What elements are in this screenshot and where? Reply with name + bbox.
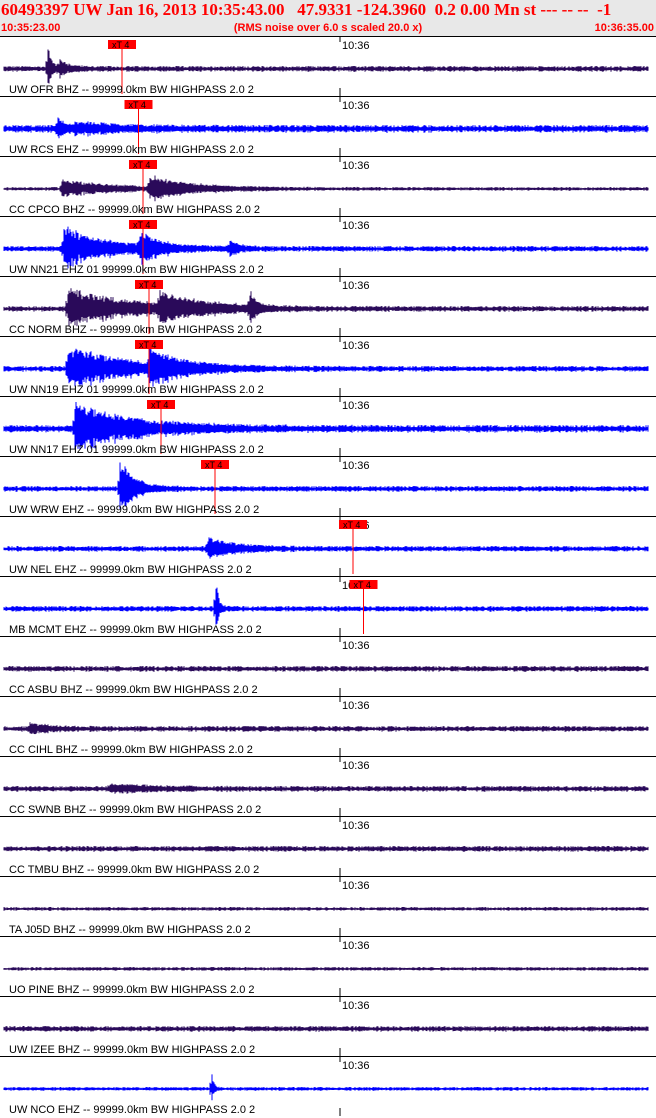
- station-label: UO PINE BHZ -- 99999.0km BW HIGHPASS 2.0…: [9, 984, 255, 996]
- scale-note: (RMS noise over 6.0 s scaled 20.0 x): [233, 22, 423, 34]
- station-label: CC CPCO BHZ -- 99999.0km BW HIGHPASS 2.0…: [9, 204, 260, 216]
- time-tick-label: 10:36: [342, 160, 370, 172]
- trace-row: 10:36 CC ASBU BHZ -- 99999.0km BW HIGHPAS…: [0, 636, 656, 696]
- station-label: MB MCMT EHZ -- 99999.0km BW HIGHPASS 2.0…: [9, 624, 262, 636]
- trace-row: 10:36xT 4UW NEL EHZ -- 99999.0km BW HIGH…: [0, 516, 656, 576]
- trace-row: 10:36 CC SWNB BHZ -- 99999.0km BW HIGHPAS…: [0, 756, 656, 816]
- waveform-trace: [3, 537, 649, 559]
- station-label: UW RCS EHZ -- 99999.0km BW HIGHPASS 2.0 …: [9, 144, 254, 156]
- waveform-trace: [3, 288, 649, 327]
- time-tick-label: 10:36: [342, 460, 370, 472]
- waveform-trace: [3, 722, 649, 735]
- waveform-trace: [3, 175, 649, 202]
- trace-row: 10:36xT 4MB MCMT EHZ -- 99999.0km BW HIG…: [0, 576, 656, 636]
- end-time: 10:36:35.00: [594, 22, 654, 34]
- pick-label: xT 4: [151, 400, 168, 410]
- station-label: CC SWNB BHZ -- 99999.0km BW HIGHPASS 2.0…: [9, 804, 261, 816]
- waveform-trace: [3, 1026, 649, 1032]
- header-bar: 60493397 UW Jan 16, 2013 10:35:43.00 47.…: [0, 0, 656, 36]
- waveform-trace: [3, 907, 649, 911]
- pick-label: xT 4: [343, 520, 360, 530]
- waveform-trace: [3, 783, 649, 794]
- station-label: UW NCO EHZ -- 99999.0km BW HIGHPASS 2.0 …: [9, 1104, 255, 1116]
- waveform-trace: [3, 666, 649, 672]
- pick-label: xT 4: [112, 40, 129, 50]
- time-tick-label: 10:36: [342, 880, 370, 892]
- station-label: UW IZEE BHZ -- 99999.0km BW HIGHPASS 2.0…: [9, 1044, 255, 1056]
- pick-label: xT 4: [133, 220, 150, 230]
- trace-row: 10:36 xT 4 UW OFR BHZ -- 99999.0km BW HIGH…: [0, 36, 656, 96]
- time-tick-label: 10:36: [342, 220, 370, 232]
- trace-row: 10:36 UW NCO EHZ -- 99999.0km BW HIGHPASS…: [0, 1056, 656, 1116]
- waveform-trace: [3, 117, 649, 139]
- time-tick-label: 10:36: [342, 40, 370, 52]
- time-tick-label: 10:36: [342, 400, 370, 412]
- trace-row: 10:36 xT 4 UW NN17 EHZ 01 99999.0km BW HIG…: [0, 396, 656, 456]
- trace-row: 10:36 xT 4 CC CPCO BHZ -- 99999.0km BW HIG…: [0, 156, 656, 216]
- pick-label: xT 4: [205, 460, 222, 470]
- station-label: UW NN17 EHZ 01 99999.0km BW HIGHPASS 2.0…: [9, 444, 264, 456]
- trace-row: 10:36 xT 4 UW RCS EHZ -- 99999.0km BW HIGH…: [0, 96, 656, 156]
- station-label: UW NEL EHZ -- 99999.0km BW HIGHPASS 2.0 …: [9, 564, 252, 576]
- waveform-trace: [3, 967, 649, 971]
- station-label: UW NN21 EHZ 01 99999.0km BW HIGHPASS 2.0…: [9, 264, 264, 276]
- pick-label: xT 4: [129, 100, 146, 110]
- waveform-trace: [3, 846, 649, 852]
- trace-row: 10:36 TA J05D BHZ -- 99999.0km BW HIGHPAS…: [0, 876, 656, 936]
- waveform-trace: [3, 1074, 649, 1101]
- station-label: TA J05D BHZ -- 99999.0km BW HIGHPASS 2.0…: [9, 924, 251, 936]
- time-tick-label: 10:36: [342, 760, 370, 772]
- time-tick-label: 10:36: [342, 940, 370, 952]
- trace-row: 10:36 xT 4 CC NORM BHZ -- 99999.0km BW HIG…: [0, 276, 656, 336]
- station-label: UW WRW EHZ -- 99999.0km BW HIGHPASS 2.0 …: [9, 504, 259, 516]
- waveform-trace: [3, 462, 649, 509]
- station-label: CC TMBU BHZ -- 99999.0km BW HIGHPASS 2.0…: [9, 864, 259, 876]
- time-tick-label: 10:36: [342, 280, 370, 292]
- pick-label: xT 4: [139, 340, 156, 350]
- trace-row: 10:36 CC TMBU BHZ -- 99999.0km BW HIGHPAS…: [0, 816, 656, 876]
- time-tick-label: 10:36: [342, 820, 370, 832]
- station-label: UW NN19 EHZ 01 99999.0km BW HIGHPASS 2.0…: [9, 384, 264, 396]
- waveform-trace: [3, 49, 649, 84]
- waveform-trace: [3, 402, 649, 450]
- station-label: CC NORM BHZ -- 99999.0km BW HIGHPASS 2.0…: [9, 324, 262, 336]
- trace-row: 10:36 UO PINE BHZ -- 99999.0km BW HIGHPAS…: [0, 936, 656, 996]
- waveform-trace: [3, 346, 649, 387]
- pick-label: xT 4: [133, 160, 150, 170]
- time-tick-label: 10:36: [342, 340, 370, 352]
- trace-row: 10:36 xT 4 UW NN19 EHZ 01 99999.0km BW HIG…: [0, 336, 656, 396]
- trace-row: 10:36 UW IZEE BHZ -- 99999.0km BW HIGHPAS…: [0, 996, 656, 1056]
- waveform-trace: [3, 226, 649, 269]
- time-tick-label: 10:36: [342, 1000, 370, 1012]
- station-label: CC ASBU BHZ -- 99999.0km BW HIGHPASS 2.0…: [9, 684, 258, 696]
- trace-row: 10:36 CC CIHL BHZ -- 99999.0km BW HIGHPAS…: [0, 696, 656, 756]
- time-tick-label: 10:36: [342, 1060, 370, 1072]
- time-tick-label: 10:36: [342, 100, 370, 112]
- time-tick-label: 10:36: [342, 700, 370, 712]
- time-tick-label: 10:36: [342, 640, 370, 652]
- station-label: UW OFR BHZ -- 99999.0km BW HIGHPASS 2.0 …: [9, 84, 254, 96]
- trace-row: 10:36 xT 4 UW WRW EHZ -- 99999.0km BW HIGH…: [0, 456, 656, 516]
- waveform-trace: [3, 587, 649, 625]
- station-label: CC CIHL BHZ -- 99999.0km BW HIGHPASS 2.0…: [9, 744, 253, 756]
- trace-row: 10:36 xT 4 UW NN21 EHZ 01 99999.0km BW HIG…: [0, 216, 656, 276]
- pick-label: xT 4: [139, 280, 156, 290]
- seismogram-plot: 10:36 xT 4 UW OFR BHZ -- 99999.0km BW HIGH…: [0, 36, 656, 1116]
- event-title: 60493397 UW Jan 16, 2013 10:35:43.00 47.…: [1, 0, 612, 19]
- pick-label: xT 4: [354, 580, 371, 590]
